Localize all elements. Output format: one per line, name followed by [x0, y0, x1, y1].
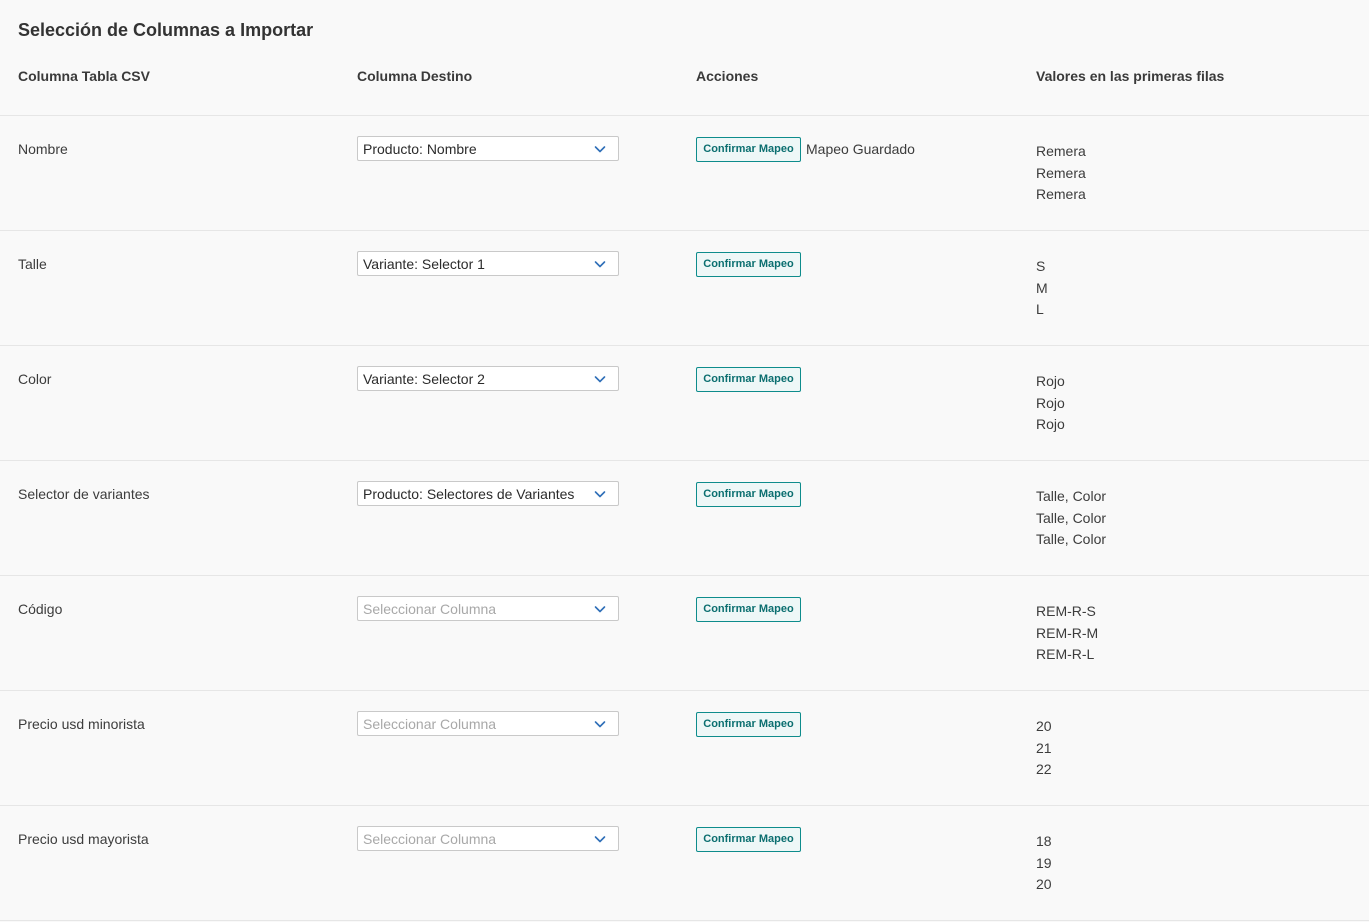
table-row: Selector de variantes Producto: Selectore… — [0, 460, 1369, 575]
target-column-select[interactable]: Variante: Selector 1 — [357, 251, 619, 276]
csv-column-name: Precio usd mayorista — [18, 831, 149, 847]
sample-values: REM-R-S REM-R-M REM-R-L — [1036, 601, 1098, 666]
header-values: Valores en las primeras filas — [1036, 68, 1225, 84]
csv-column-name: Nombre — [18, 141, 68, 157]
table-row: Color Variante: Selector 2 Confirmar Mapeo… — [0, 345, 1369, 460]
select-value: Producto: Selectores de Variantes — [363, 486, 575, 502]
table-row: Nombre Producto: Nombre Confirmar Mapeo Map… — [0, 115, 1369, 230]
sample-values: Talle, Color Talle, Color Talle, Color — [1036, 486, 1106, 551]
sample-values: 18 19 20 — [1036, 831, 1052, 896]
csv-column-name: Precio usd minorista — [18, 716, 145, 732]
sample-values: Rojo Rojo Rojo — [1036, 371, 1065, 436]
confirm-mapping-button[interactable]: Confirmar Mapeo — [696, 482, 801, 507]
csv-column-name: Talle — [18, 256, 47, 272]
chevron-down-icon — [594, 146, 606, 153]
target-column-select[interactable]: Producto: Selectores de Variantes — [357, 481, 619, 506]
chevron-down-icon — [594, 606, 606, 613]
confirm-mapping-button[interactable]: Confirmar Mapeo — [696, 712, 801, 737]
sample-value: S — [1036, 258, 1046, 274]
target-column-select[interactable]: Seleccionar Columna — [357, 711, 619, 736]
csv-column-name: Código — [18, 601, 63, 617]
table-row: Código Seleccionar Columna Confirmar Mapeo… — [0, 575, 1369, 690]
sample-value: 22 — [1036, 761, 1052, 778]
select-value: Variante: Selector 2 — [363, 371, 485, 387]
csv-column-name: Color — [18, 371, 52, 387]
sample-value: 18 — [1036, 833, 1052, 849]
sample-value: 21 — [1036, 739, 1052, 756]
sample-value: REM-R-S — [1036, 603, 1096, 619]
target-column-select[interactable]: Seleccionar Columna — [357, 826, 619, 851]
sample-value: Rojo — [1036, 416, 1065, 433]
sample-value: 19 — [1036, 854, 1052, 871]
column-mapping-page: Selección de Columnas a Importar Columna… — [0, 0, 1369, 922]
sample-value: M — [1036, 279, 1048, 296]
sample-value: REM-R-L — [1036, 646, 1095, 663]
table-header: Columna Tabla CSV Columna Destino Accion… — [0, 68, 1369, 88]
sample-value: REM-R-M — [1036, 624, 1099, 641]
sample-value: 20 — [1036, 718, 1052, 734]
chevron-down-icon — [594, 836, 606, 843]
chevron-down-icon — [594, 721, 606, 728]
sample-value: Rojo — [1036, 394, 1065, 411]
mapping-saved-status: Mapeo Guardado — [806, 141, 915, 157]
sample-values: 20 21 22 — [1036, 716, 1052, 781]
chevron-down-icon — [594, 376, 606, 383]
sample-value: Rojo — [1036, 373, 1065, 389]
select-placeholder: Seleccionar Columna — [363, 716, 497, 732]
sample-values: Remera Remera Remera — [1036, 141, 1086, 206]
header-target-column: Columna Destino — [357, 68, 473, 84]
csv-column-name: Selector de variantes — [18, 486, 150, 502]
select-placeholder: Seleccionar Columna — [363, 601, 497, 617]
mapping-rows: Nombre Producto: Nombre Confirmar Mapeo Map… — [0, 115, 1369, 921]
header-actions: Acciones — [696, 68, 759, 84]
sample-value: Talle, Color — [1036, 531, 1107, 548]
select-value: Variante: Selector 1 — [363, 256, 485, 272]
header-csv-column: Columna Tabla CSV — [18, 68, 150, 84]
table-row: Precio usd minorista Seleccionar Columna C… — [0, 690, 1369, 805]
sample-values: SML — [1036, 256, 1048, 321]
confirm-mapping-button[interactable]: Confirmar Mapeo — [696, 827, 801, 852]
sample-value: Remera — [1036, 143, 1086, 159]
sample-value: L — [1036, 301, 1044, 318]
select-placeholder: Seleccionar Columna — [363, 831, 497, 847]
target-column-select[interactable]: Seleccionar Columna — [357, 596, 619, 621]
confirm-mapping-button[interactable]: Confirmar Mapeo — [696, 252, 801, 277]
chevron-down-icon — [594, 491, 606, 498]
confirm-mapping-button[interactable]: Confirmar Mapeo — [696, 367, 801, 392]
table-row: Talle Variante: Selector 1 Confirmar Mapeo… — [0, 230, 1369, 345]
sample-value: Remera — [1036, 164, 1086, 181]
table-row: Precio usd mayorista Seleccionar Columna C… — [0, 805, 1369, 921]
select-value: Producto: Nombre — [363, 141, 477, 157]
chevron-down-icon — [594, 261, 606, 268]
page-title: Selección de Columnas a Importar — [18, 20, 314, 40]
target-column-select[interactable]: Producto: Nombre — [357, 136, 619, 161]
confirm-mapping-button[interactable]: Confirmar Mapeo — [696, 597, 801, 622]
sample-value: 20 — [1036, 876, 1052, 893]
target-column-select[interactable]: Variante: Selector 2 — [357, 366, 619, 391]
sample-value: Remera — [1036, 186, 1086, 203]
sample-value: Talle, Color — [1036, 509, 1107, 526]
sample-value: Talle, Color — [1036, 488, 1107, 504]
confirm-mapping-button[interactable]: Confirmar Mapeo — [696, 137, 801, 162]
